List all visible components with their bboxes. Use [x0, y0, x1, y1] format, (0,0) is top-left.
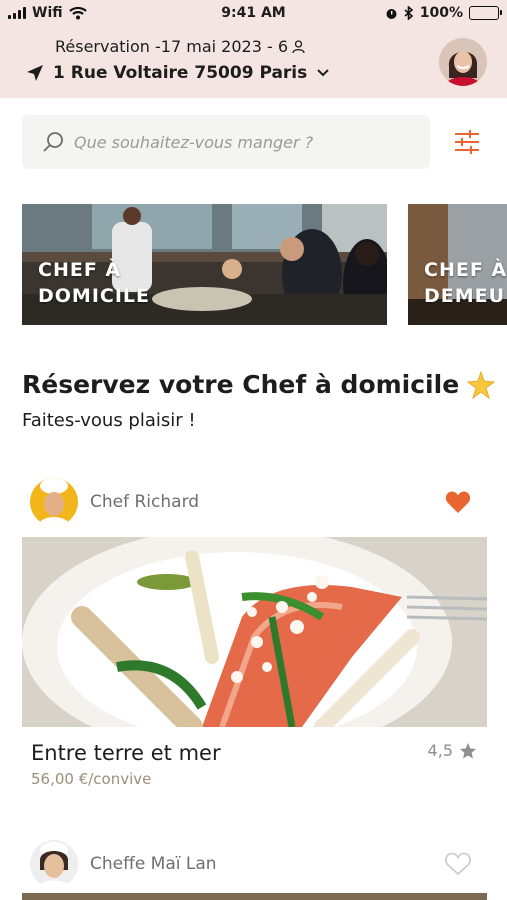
header: Wifi 9:41 AM 100% Réservation -17 mai 20…: [0, 0, 507, 98]
battery-icon: [469, 6, 502, 20]
category-card-chef-a-domicile[interactable]: CHEF À DOMICILE: [22, 204, 387, 325]
battery-label: 100%: [419, 5, 463, 21]
search-icon: [43, 132, 63, 152]
dish-price: 56,00 €/convive: [31, 770, 152, 788]
chef-name: Cheffe Maï Lan: [90, 854, 217, 874]
chef-avatar: [30, 478, 78, 526]
next-dish-photo[interactable]: [22, 893, 487, 900]
status-bar: Wifi 9:41 AM 100%: [0, 0, 507, 28]
section-subtitle: Faites-vous plaisir !: [22, 410, 196, 431]
category-label-line2: DEMEU: [424, 285, 506, 307]
address-text: 1 Rue Voltaire 75009 Paris: [53, 63, 308, 83]
search-bar[interactable]: Que souhaitez-vous manger ?: [22, 115, 430, 169]
category-card-chef-a-demeure[interactable]: CHEF À DEMEU: [408, 204, 507, 325]
chef-header[interactable]: Cheffe Maï Lan: [30, 840, 217, 888]
dish-photo[interactable]: [22, 537, 487, 727]
rating-value: 4,5: [427, 741, 453, 760]
category-label-line1: CHEF À: [38, 259, 122, 281]
heart-filled-icon[interactable]: [445, 490, 471, 514]
reservation-summary[interactable]: Réservation -17 mai 2023 - 6: [55, 37, 305, 56]
category-label: CHEF À DOMICILE: [38, 257, 150, 309]
search-input[interactable]: Que souhaitez-vous manger ?: [74, 133, 313, 152]
sparkle-star-icon: [467, 370, 496, 399]
chevron-down-icon: [317, 69, 329, 77]
category-label: CHEF À DEMEU: [424, 257, 507, 309]
chef-header[interactable]: Chef Richard: [30, 478, 199, 526]
user-avatar[interactable]: [439, 38, 487, 86]
section-title: Réservez votre Chef à domicile: [22, 370, 496, 399]
guests-icon: [292, 39, 305, 53]
reservation-text: Réservation -17 mai 2023 - 6: [55, 37, 288, 56]
dish-title: Entre terre et mer: [31, 741, 221, 765]
category-label-line1: CHEF À: [424, 259, 507, 281]
status-right: 100%: [385, 5, 502, 21]
alarm-icon: [386, 8, 397, 19]
star-icon: [460, 742, 476, 758]
location-arrow-icon: [27, 65, 43, 81]
bluetooth-icon: [404, 6, 413, 20]
chef-name: Chef Richard: [90, 492, 200, 512]
address-selector[interactable]: 1 Rue Voltaire 75009 Paris: [26, 63, 330, 83]
category-label-line2: DOMICILE: [38, 285, 150, 307]
dish-rating: 4,5: [428, 741, 477, 760]
chef-avatar: [30, 840, 78, 888]
heart-outline-icon[interactable]: [445, 852, 471, 876]
filter-icon[interactable]: [453, 128, 481, 156]
section-title-text: Réservez votre Chef à domicile: [22, 370, 460, 399]
